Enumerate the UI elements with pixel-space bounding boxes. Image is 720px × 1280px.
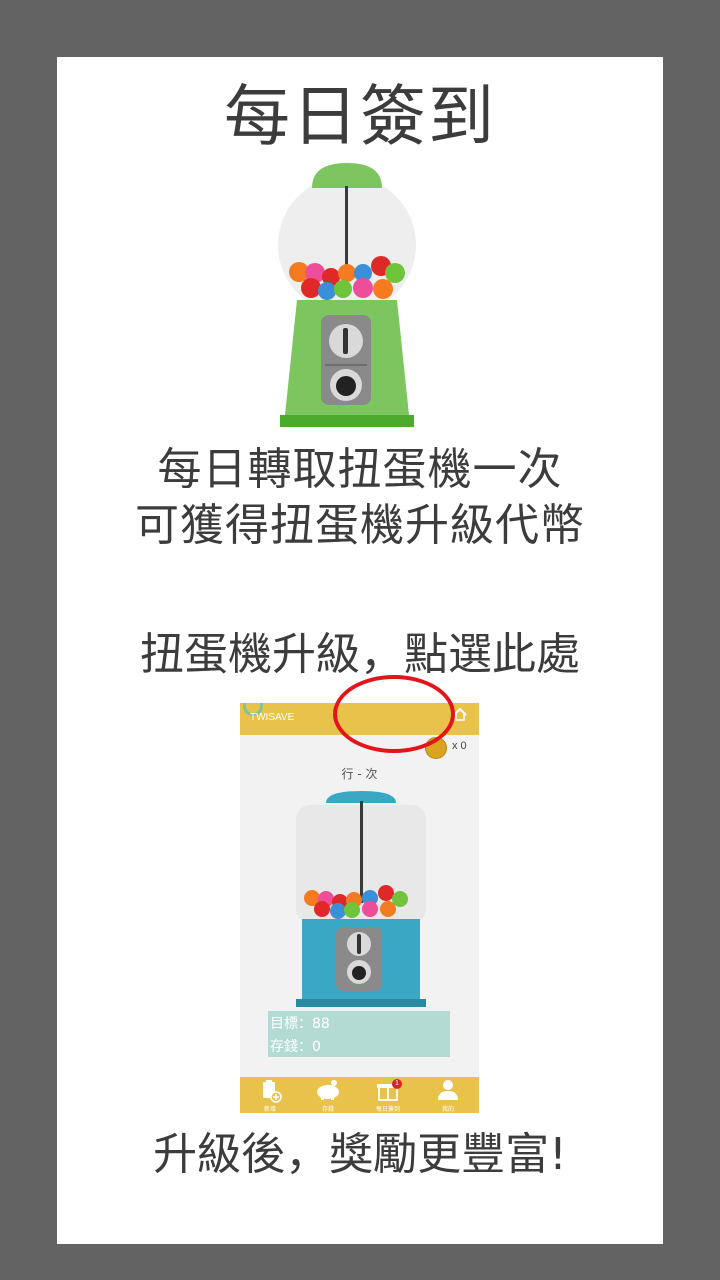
tab-save-label: 存錢	[321, 1106, 334, 1113]
page-title: 每日簽到	[224, 78, 496, 155]
reward-message: 升級後，獎勵更豐富!	[153, 1129, 567, 1180]
preview-caption: 行 - 次	[341, 767, 378, 781]
tab-profile[interactable]: 我的	[424, 1077, 472, 1113]
app-name: TWISAVE	[250, 712, 295, 723]
tab-add[interactable]: 新增	[246, 1077, 294, 1113]
add-record-icon	[263, 1080, 282, 1103]
notification-badge: 1	[392, 1079, 402, 1089]
app-preview-screenshot: TWISAVE x 0 行 - 次 目標：88 存錢：0 新增 存錢 1 每日簽…	[240, 703, 479, 1113]
coin-count: x 0	[452, 740, 467, 752]
saved-text: 存錢：0	[270, 1039, 321, 1055]
gumball-machine-blue[interactable]	[294, 789, 428, 1009]
tab-daily-checkin-label: 每日簽到	[375, 1106, 400, 1113]
upgrade-hint: 扭蛋機升級，點選此處	[140, 629, 580, 680]
tab-add-label: 新增	[263, 1106, 276, 1113]
savings-goal-box: 目標：88 存錢：0	[268, 1011, 450, 1057]
bottom-tab-bar: 新增 存錢 1 每日簽到 我的	[240, 1077, 479, 1113]
piggy-bank-icon	[317, 1080, 339, 1100]
gumball-machine-illustration	[278, 163, 416, 427]
description-line-1: 每日轉取扭蛋機一次	[157, 444, 563, 495]
tab-profile-label: 我的	[441, 1106, 454, 1113]
goal-text: 目標：88	[270, 1016, 330, 1032]
highlight-circle	[333, 675, 455, 753]
gift-icon	[377, 1084, 399, 1101]
onboarding-card: 每日簽到 每日轉取扭蛋機一次 可獲得扭蛋機升級代幣 扭蛋機升級，點選此處 TWI…	[57, 57, 663, 1244]
description-line-2: 可獲得扭蛋機升級代幣	[135, 500, 585, 551]
description: 每日轉取扭蛋機一次 可獲得扭蛋機升級代幣	[57, 442, 663, 554]
tab-save[interactable]: 存錢	[304, 1077, 352, 1113]
tab-daily-checkin[interactable]: 1 每日簽到	[364, 1077, 412, 1113]
person-icon	[438, 1080, 458, 1100]
